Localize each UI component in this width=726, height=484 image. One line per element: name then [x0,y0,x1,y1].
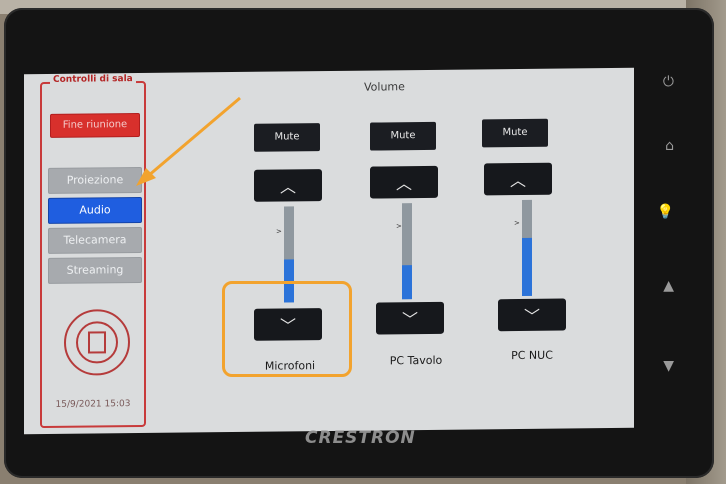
pc-nuc-volume-down-button[interactable]: ﹀ [498,298,566,332]
chevron-up-icon: ︿ [509,170,526,191]
university-seal-logo [64,309,130,376]
pc-tavolo-level-meter[interactable] [402,203,412,300]
pc-nuc-level-meter[interactable] [522,199,532,296]
datetime-display: 15/9/2021 15:03 [55,399,131,410]
touch-panel-bezel: Controlli di sala Fine riunione Proiezio… [4,8,714,478]
telecamera-button[interactable]: Telecamera [48,226,142,254]
volume-up-icon[interactable]: ▲ [663,278,674,294]
streaming-button[interactable]: Streaming [48,256,142,284]
pc-nuc-level-tick: > [514,219,520,228]
pc-tavolo-volume-up-button[interactable]: ︿ [370,165,438,199]
annotation-highlight-box [222,281,352,377]
room-controls-panel: Controlli di sala Fine riunione Proiezio… [40,74,146,429]
pc-nuc-level-fill [522,238,532,296]
chevron-up-icon: ︿ [279,177,296,197]
pc-tavolo-volume-down-button[interactable]: ﹀ [376,301,444,335]
microfoni-volume-up-button[interactable]: ︿ [254,169,322,202]
pc-tavolo-level-fill [402,265,412,300]
volume-down-icon[interactable]: ▼ [663,358,674,374]
volume-title: Volume [364,80,405,94]
chevron-down-icon: ﹀ [523,306,540,326]
touch-screen: Controlli di sala Fine riunione Proiezio… [24,67,634,435]
pc-tavolo-mute-button[interactable]: Mute [370,121,436,151]
microfoni-mute-button[interactable]: Mute [254,123,320,152]
microfoni-level-tick: > [276,227,282,236]
end-meeting-button[interactable]: Fine riunione [50,112,140,138]
pc-tavolo-level-tick: > [396,222,402,231]
lightbulb-icon[interactable]: 💡 [657,204,674,220]
pc-nuc-volume-up-button[interactable]: ︿ [484,162,552,196]
brand-logo: CRESTRON [305,428,416,448]
proiezione-button[interactable]: Proiezione [48,166,142,194]
chevron-up-icon: ︿ [395,174,412,194]
panel-title: Controlli di sala [50,74,136,85]
home-icon[interactable]: ⌂ [665,138,674,154]
chevron-down-icon: ﹀ [401,310,418,330]
pc-nuc-label: PC NUC [511,348,553,363]
audio-button[interactable]: Audio [48,196,142,224]
pc-tavolo-label: PC Tavolo [389,353,443,368]
pc-nuc-mute-button[interactable]: Mute [482,118,548,148]
power-icon[interactable]: ⏻ [663,74,674,90]
